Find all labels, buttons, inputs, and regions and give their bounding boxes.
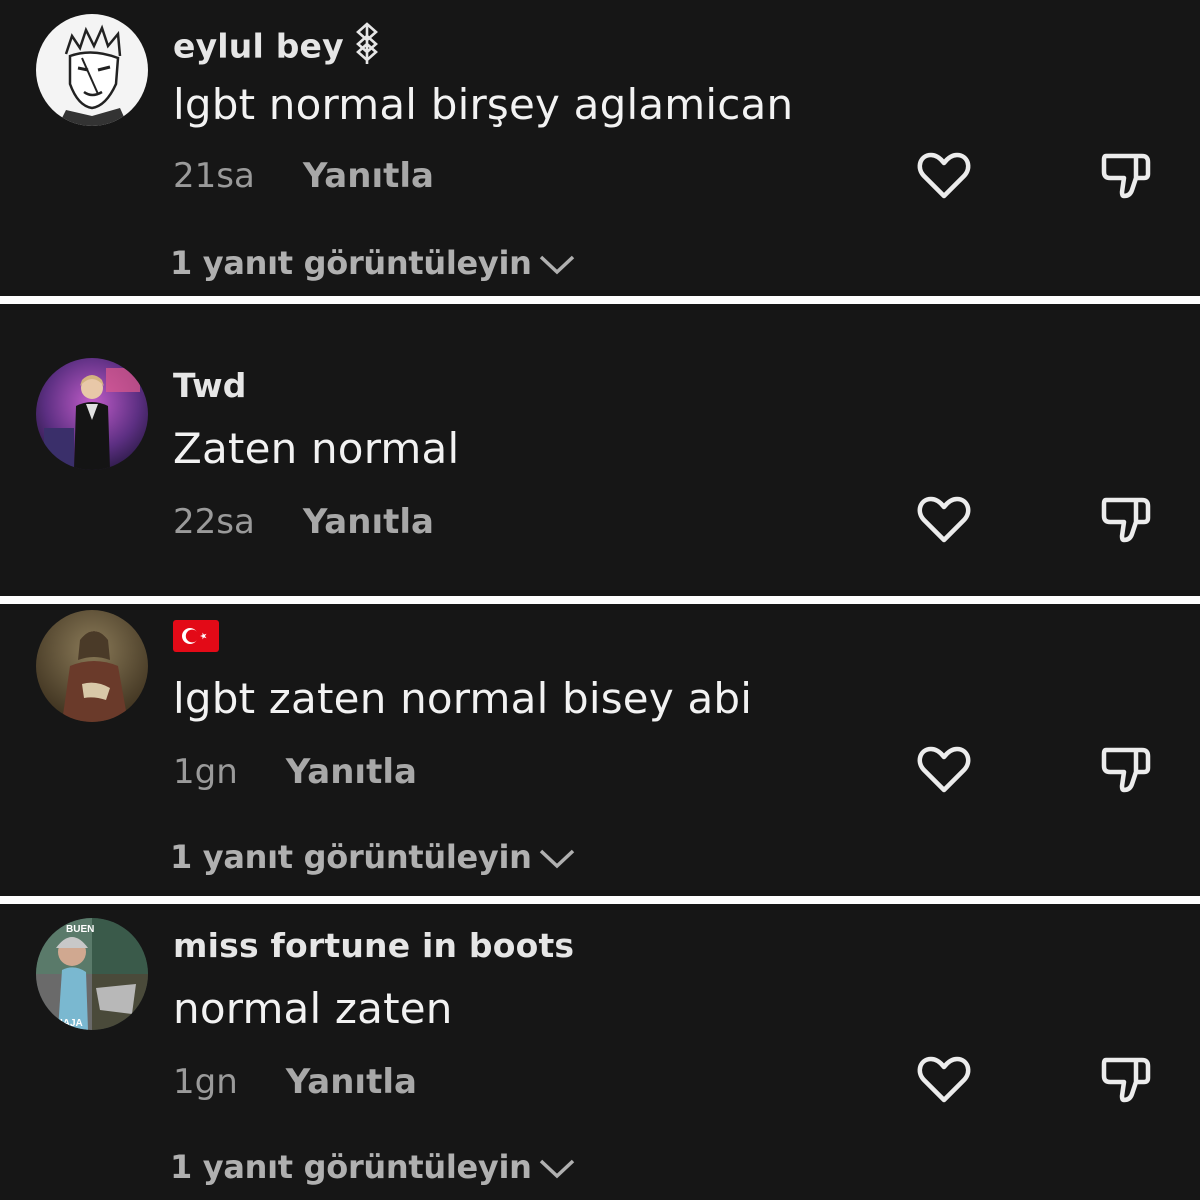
- comment-meta: 21sa Yanıtla: [173, 156, 434, 196]
- turkey-flag-icon: [173, 619, 219, 660]
- view-replies-label[interactable]: 1 yanıt görüntüleyin: [170, 1148, 532, 1186]
- heart-icon[interactable]: [914, 146, 974, 206]
- comment-item: eylul bey lgbt normal birşey aglamican 2…: [0, 0, 1200, 296]
- reply-button[interactable]: Yanıtla: [303, 502, 434, 542]
- comment-meta: 1gn Yanıtla: [173, 752, 417, 792]
- avatar-person-photo: [36, 358, 148, 470]
- chevron-down-icon[interactable]: [538, 246, 576, 284]
- comment-meta: 1gn Yanıtla: [173, 1062, 417, 1102]
- heart-icon[interactable]: [914, 1050, 974, 1110]
- comment-item: Twd Zaten normal 22sa Yanıtla: [0, 304, 1200, 596]
- comment-meta: 22sa Yanıtla: [173, 502, 434, 542]
- reply-button[interactable]: Yanıtla: [286, 1062, 417, 1102]
- avatar[interactable]: [36, 14, 148, 126]
- comment-text: Zaten normal: [173, 424, 460, 473]
- comment-item: BUEN IAJA miss fortune in boots normal z…: [0, 904, 1200, 1200]
- avatar-text-bottom: IAJA: [60, 1018, 83, 1029]
- chevron-down-icon[interactable]: [538, 1150, 576, 1188]
- view-replies-button[interactable]: 1 yanıt görüntüleyin: [170, 244, 576, 284]
- view-replies-button[interactable]: 1 yanıt görüntüleyin: [170, 1148, 576, 1188]
- reply-button[interactable]: Yanıtla: [286, 752, 417, 792]
- chevron-down-icon[interactable]: [538, 840, 576, 878]
- timestamp: 22sa: [173, 502, 255, 542]
- comment-text: lgbt normal birşey aglamican: [173, 80, 794, 129]
- view-replies-button[interactable]: 1 yanıt görüntüleyin: [170, 838, 576, 878]
- username[interactable]: miss fortune in boots: [173, 926, 574, 965]
- username-text[interactable]: miss fortune in boots: [173, 926, 574, 965]
- thumbs-down-icon[interactable]: [1096, 490, 1156, 550]
- avatar-comic-collage: BUEN IAJA: [36, 918, 148, 1030]
- avatar-text-top: BUEN: [66, 924, 94, 935]
- view-replies-label[interactable]: 1 yanıt görüntüleyin: [170, 838, 532, 876]
- thumbs-down-icon[interactable]: [1096, 146, 1156, 206]
- avatar[interactable]: [36, 610, 148, 722]
- berserk-brand-icon: [354, 22, 380, 74]
- comment-text: lgbt zaten normal bisey abi: [173, 674, 753, 723]
- heart-icon[interactable]: [914, 490, 974, 550]
- username-text[interactable]: eylul bey: [173, 27, 344, 66]
- username[interactable]: Twd: [173, 366, 247, 405]
- timestamp: 21sa: [173, 156, 255, 196]
- username-text[interactable]: Twd: [173, 366, 247, 405]
- avatar-classical-portrait: [36, 610, 148, 722]
- avatar[interactable]: [36, 358, 148, 470]
- reply-button[interactable]: Yanıtla: [303, 156, 434, 196]
- view-replies-label[interactable]: 1 yanıt görüntüleyin: [170, 244, 532, 282]
- avatar-anime-sketch: [36, 14, 148, 126]
- thumbs-down-icon[interactable]: [1096, 1050, 1156, 1110]
- username[interactable]: eylul bey: [173, 22, 380, 74]
- thumbs-down-icon[interactable]: [1096, 740, 1156, 800]
- timestamp: 1gn: [173, 1062, 238, 1102]
- comment-item: lgbt zaten normal bisey abi 1gn Yanıtla 1…: [0, 604, 1200, 896]
- timestamp: 1gn: [173, 752, 238, 792]
- heart-icon[interactable]: [914, 740, 974, 800]
- username[interactable]: [173, 618, 219, 660]
- avatar[interactable]: BUEN IAJA: [36, 918, 148, 1030]
- comment-text: normal zaten: [173, 984, 453, 1033]
